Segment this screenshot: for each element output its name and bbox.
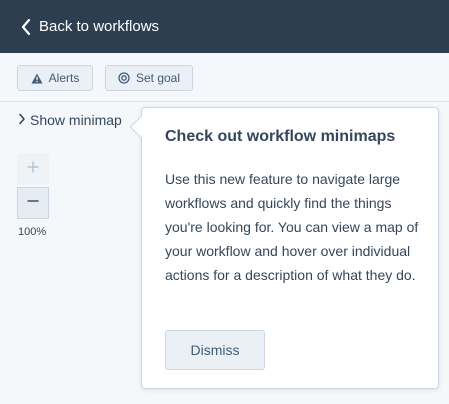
popover-title: Check out workflow minimaps (165, 128, 396, 145)
minimap-feature-popover: Check out workflow minimaps Use this new… (129, 107, 439, 389)
zoom-level-text: 100% (18, 226, 47, 238)
alerts-button[interactable]: Alerts (17, 65, 93, 91)
show-minimap-toggle[interactable]: Show minimap (18, 112, 122, 128)
plus-icon (27, 160, 39, 178)
set-goal-button[interactable]: Set goal (105, 65, 193, 91)
zoom-out-button[interactable] (17, 187, 49, 219)
back-link-label: Back to workflows (39, 18, 160, 35)
zoom-in-button[interactable] (17, 153, 49, 185)
back-to-workflows-link[interactable]: Back to workflows (21, 18, 159, 35)
target-icon (118, 72, 130, 84)
chevron-left-icon (21, 18, 31, 35)
dismiss-button[interactable]: Dismiss (165, 330, 265, 370)
workflow-toolbar: Alerts Set goal (0, 53, 449, 102)
chevron-right-icon (18, 112, 26, 128)
top-nav-bar: Back to workflows (0, 0, 449, 53)
warning-triangle-icon (31, 73, 43, 84)
set-goal-button-label: Set goal (135, 71, 181, 85)
popover-body-text: Use this new feature to navigate large w… (165, 171, 419, 283)
show-minimap-label: Show minimap (30, 112, 122, 128)
alerts-button-label: Alerts (48, 71, 80, 85)
minus-icon (27, 194, 39, 212)
